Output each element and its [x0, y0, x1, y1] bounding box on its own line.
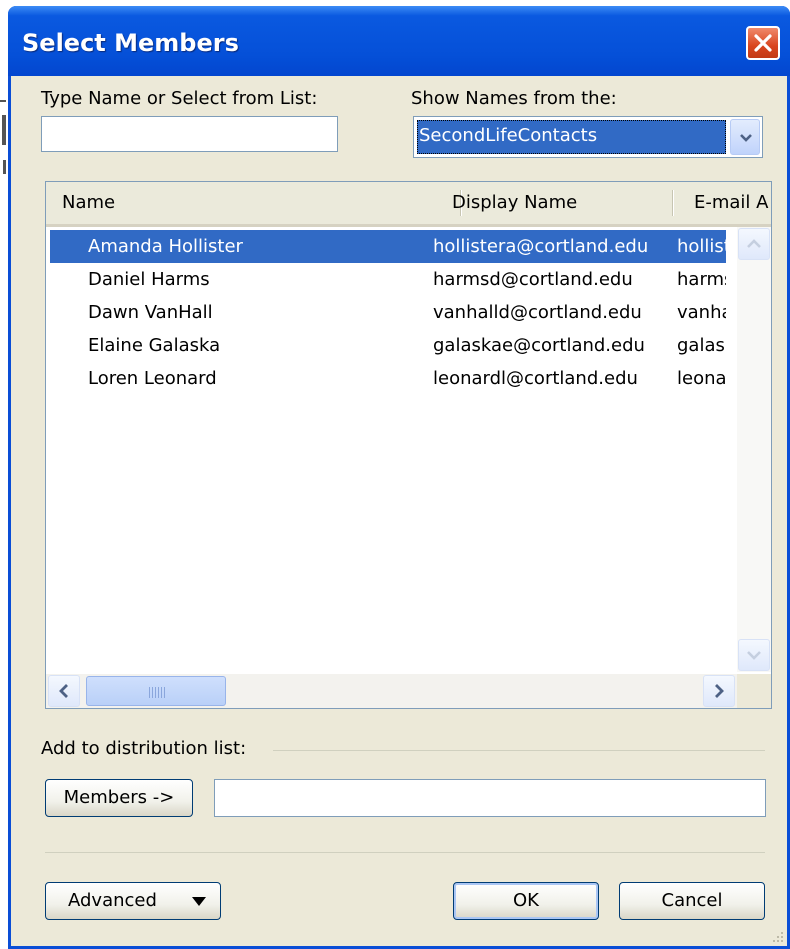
scroll-down-button[interactable]: [738, 639, 770, 671]
address-book-select[interactable]: SecondLifeContacts: [413, 116, 763, 158]
table-row[interactable]: Loren Leonard leonardl@cortland.edu leon…: [50, 362, 726, 395]
scroll-left-button[interactable]: [48, 675, 80, 707]
scroll-right-button[interactable]: [703, 675, 735, 707]
close-icon: [754, 34, 772, 52]
cell-name: Dawn VanHall: [88, 302, 213, 323]
cell-email: hollist: [677, 236, 726, 257]
column-header-name[interactable]: Name: [62, 182, 422, 224]
resize-grip-icon[interactable]: [767, 926, 785, 944]
title-bar[interactable]: Select Members: [8, 6, 790, 76]
dropdown-button[interactable]: [730, 119, 760, 155]
table-row[interactable]: Amanda Hollister hollistera@cortland.edu…: [50, 230, 726, 263]
cell-email: harms: [677, 269, 726, 290]
scroll-up-button[interactable]: [738, 228, 770, 260]
chevron-down-icon: [740, 134, 752, 142]
background-mark: [2, 115, 6, 145]
chevron-right-icon: [715, 684, 724, 698]
cell-display-name: galaskae@cortland.edu: [433, 335, 645, 356]
distribution-label: Add to distribution list:: [41, 738, 247, 759]
horizontal-scrollbar[interactable]: [46, 674, 737, 708]
cell-name: Daniel Harms: [88, 269, 210, 290]
cell-display-name: leonardl@cortland.edu: [433, 368, 638, 389]
cell-name: Amanda Hollister: [88, 236, 243, 257]
grip-icon: [149, 687, 167, 698]
cell-email: galask: [677, 335, 726, 356]
cell-email: vanha: [677, 302, 726, 323]
table-row[interactable]: Dawn VanHall vanhalld@cortland.edu vanha: [50, 296, 726, 329]
footer-divider: [45, 852, 765, 853]
cell-display-name: hollistera@cortland.edu: [433, 236, 649, 257]
members-field[interactable]: [214, 779, 766, 817]
close-button[interactable]: [746, 26, 780, 60]
select-members-dialog: Select Members Type Name or Select from …: [8, 6, 790, 949]
dialog-body: Type Name or Select from List: Show Name…: [11, 76, 787, 946]
address-book-label: Show Names from the:: [411, 88, 617, 109]
chevron-up-icon: [747, 239, 761, 248]
cell-name: Loren Leonard: [88, 368, 217, 389]
column-separator[interactable]: [672, 190, 673, 216]
column-header-email[interactable]: E-mail A: [694, 182, 771, 224]
table-row[interactable]: Daniel Harms harmsd@cortland.edu harms: [50, 263, 726, 296]
search-input[interactable]: [41, 116, 338, 152]
chevron-left-icon: [59, 684, 68, 698]
background-mark: [3, 160, 6, 174]
column-header-display-name[interactable]: Display Name: [452, 182, 682, 224]
vertical-scrollbar[interactable]: [737, 227, 771, 672]
advanced-label: Advanced: [68, 890, 157, 911]
group-divider: [273, 750, 765, 751]
caret-down-icon: [192, 897, 206, 906]
cell-email: leonar: [677, 368, 726, 389]
members-button[interactable]: Members ->: [45, 779, 193, 817]
dialog-title: Select Members: [22, 29, 239, 57]
members-list[interactable]: Name Display Name E-mail A Amanda Hollis…: [45, 181, 772, 709]
background-mark: [0, 100, 6, 102]
scroll-thumb[interactable]: [86, 676, 226, 706]
scrollbar-corner: [737, 674, 771, 708]
cell-display-name: harmsd@cortland.edu: [433, 269, 633, 290]
ok-button[interactable]: OK: [453, 882, 599, 920]
search-label: Type Name or Select from List:: [41, 88, 318, 109]
chevron-down-icon: [747, 651, 761, 660]
cell-display-name: vanhalld@cortland.edu: [433, 302, 642, 323]
cell-name: Elaine Galaska: [88, 335, 221, 356]
advanced-button[interactable]: Advanced: [45, 882, 221, 920]
cancel-button[interactable]: Cancel: [619, 882, 765, 920]
list-header: Name Display Name E-mail A: [46, 182, 771, 227]
address-book-selected: SecondLifeContacts: [417, 120, 726, 154]
table-row[interactable]: Elaine Galaska galaskae@cortland.edu gal…: [50, 329, 726, 362]
